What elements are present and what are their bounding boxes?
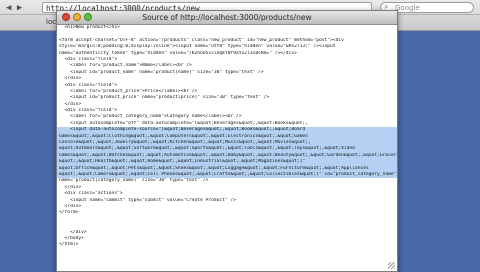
resize-grip-icon[interactable] (388, 262, 395, 269)
window-titlebar[interactable]: Source of http://localhost:3000/products… (57, 11, 397, 25)
search-placeholder: Google (395, 4, 420, 12)
source-line: &quot;Outdoors&quot;,&quot;Software&quot… (57, 146, 397, 153)
source-window: Source of http://localhost:3000/products… (56, 10, 398, 272)
window-title: Source of http://localhost:3000/products… (142, 13, 312, 22)
back-forward-icon[interactable]: ◀ ▶ (6, 3, 22, 13)
source-line: </html> (59, 242, 79, 248)
source-code-view[interactable]: <h1>New product</h1> <form accept-charset… (57, 25, 397, 271)
